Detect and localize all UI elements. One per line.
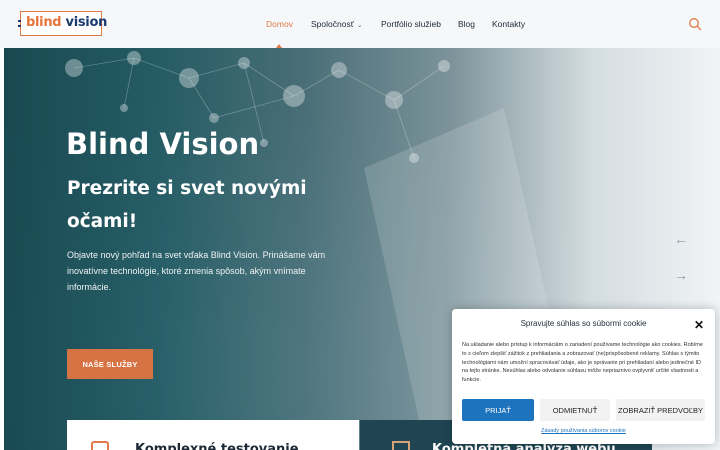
search-icon[interactable] [688, 17, 702, 31]
our-services-button[interactable]: NAŠE SLUŽBY [67, 349, 153, 379]
cookie-policy-link[interactable]: Zásady používania súborov cookie [452, 428, 715, 434]
hero-title: Blind Vision [66, 127, 260, 161]
deny-cookies-button[interactable]: ODMIETNUŤ [540, 399, 610, 421]
site-header: blind vision s. Domov Spoločnosť ⌄ Portfó… [0, 0, 720, 48]
chevron-down-icon: ⌄ [356, 22, 363, 29]
feature-card-title: Komplexné testovanie [135, 442, 299, 450]
cookie-consent-dialog: Spravujte súhlas so súbormi cookie ✕ Na … [452, 309, 715, 444]
hero-subtitle: Prezrite si svet novými očami! [67, 178, 307, 232]
arrow-left-icon[interactable]: ← [674, 231, 688, 247]
nav-item-contacts[interactable]: Kontakty [492, 19, 525, 29]
nav-item-company[interactable]: Spoločnosť ⌄ [311, 19, 363, 29]
view-preferences-button[interactable]: ZOBRAZIŤ PREDVOĽBY [616, 399, 705, 421]
accept-cookies-button[interactable]: PRIJAŤ [462, 399, 534, 421]
nav-item-services[interactable]: Portfólio služieb [381, 19, 441, 29]
cookie-dialog-text: Na ukladanie alebo prístup k informáciám… [462, 342, 703, 384]
arrow-right-icon[interactable]: → [674, 267, 688, 283]
hero-description: Objavte nový pohľad na svet vďaka Blind … [67, 250, 326, 292]
testing-icon [91, 441, 109, 450]
analysis-icon [392, 441, 410, 450]
nav-item-home[interactable]: Domov [266, 19, 293, 29]
cookie-dialog-title: Spravujte súhlas so súbormi cookie [520, 319, 647, 328]
main-nav: Domov Spoločnosť ⌄ Portfólio služieb Blog… [0, 19, 720, 33]
close-icon[interactable]: ✕ [694, 318, 704, 332]
feature-card-testing[interactable]: Komplexné testovanie [67, 420, 359, 450]
nav-item-blog[interactable]: Blog [458, 19, 475, 29]
nav-item-company-label: Spoločnosť [311, 19, 354, 29]
